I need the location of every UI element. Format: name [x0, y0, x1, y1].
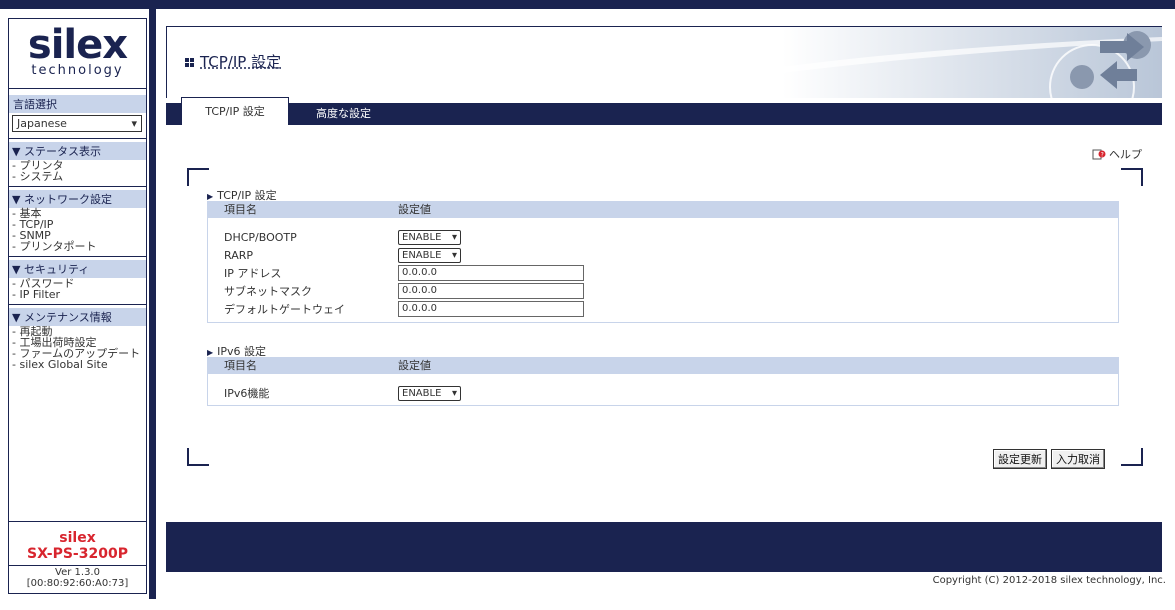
reset-button[interactable]: 入力取消: [1051, 449, 1105, 469]
logo-text: silex: [27, 22, 128, 68]
gateway-input[interactable]: 0.0.0.0: [398, 301, 584, 317]
rarp-select-value: ENABLE: [402, 249, 442, 261]
sidebar-divider: [149, 9, 156, 599]
settings-frame: TCP/IP 設定 項目名 設定値 DHCP/BOOTP ENABLE▾ RAR…: [187, 168, 1143, 469]
main-content: TCP/IP 設定 TCP/IP 設定 高度な設定 ? ヘルプ ▶ TCP/IP…: [158, 18, 1168, 594]
top-bar: [0, 0, 1175, 9]
tcpip-table-header: 項目名 設定値: [208, 202, 1118, 218]
page-title[interactable]: TCP/IP 設定: [185, 51, 281, 72]
chevron-down-icon: ▾: [451, 231, 457, 243]
table-row: IP アドレス 0.0.0.0: [208, 264, 1118, 282]
tab-tcpip-settings[interactable]: TCP/IP 設定: [181, 97, 289, 125]
menu-group-security: ▼ セキュリティ - パスワード - IP Filter: [9, 256, 146, 304]
table-row: RARP ENABLE ▾: [208, 246, 1118, 264]
table-row: デフォルトゲートウェイ 0.0.0.0: [208, 300, 1118, 318]
model-name: SX-PS-3200P: [27, 546, 128, 562]
menu-item-printer-port[interactable]: - プリンタポート: [9, 241, 146, 252]
tab-bar: TCP/IP 設定 高度な設定: [166, 97, 1162, 125]
submit-button[interactable]: 設定更新: [993, 449, 1047, 469]
ipv6-table-header: 項目名 設定値: [208, 358, 1118, 374]
page-header: TCP/IP 設定: [166, 26, 1162, 98]
frame-corner: [187, 168, 209, 186]
menu-item-global-site[interactable]: - silex Global Site: [9, 359, 146, 370]
menu-head-maintenance[interactable]: ▼ メンテナンス情報: [9, 308, 146, 326]
form-buttons: 設定更新 入力取消: [993, 449, 1105, 469]
ipv6-select-value: ENABLE: [402, 387, 442, 399]
column-header-value: 設定値: [398, 203, 431, 216]
table-row: IPv6機能 ENABLE ▾: [208, 384, 1118, 402]
subnet-mask-input[interactable]: 0.0.0.0: [398, 283, 584, 299]
header-decoration: [782, 27, 1162, 98]
menu-group-network: ▼ ネットワーク設定 - 基本 - TCP/IP - SNMP - プリンタポー…: [9, 186, 146, 256]
svg-text:?: ?: [1101, 151, 1104, 158]
table-row: DHCP/BOOTP ENABLE ▾: [208, 228, 1118, 246]
dhcp-select-value: ENABLE: [402, 231, 442, 243]
silex-logo: silex technology: [9, 19, 146, 89]
help-icon: ?: [1092, 149, 1106, 160]
menu-group-maintenance: ▼ メンテナンス情報 - 再起動 - 工場出荷時設定 - ファームのアップデート…: [9, 304, 146, 374]
column-header-value: 設定値: [398, 359, 431, 372]
footer-band: [166, 522, 1162, 572]
rarp-label: RARP: [224, 248, 253, 262]
ip-address-input[interactable]: 0.0.0.0: [398, 265, 584, 281]
ipv6-function-select[interactable]: ENABLE ▾: [398, 385, 461, 401]
frame-corner: [1121, 168, 1143, 186]
sidebar: silex technology 言語選択 Japanese ▾ ▼ ステータス…: [8, 18, 147, 594]
grid-icon: [185, 58, 194, 67]
model-brand: silex: [59, 530, 96, 546]
menu-item-ip-filter[interactable]: - IP Filter: [9, 289, 146, 300]
menu-group-status: ▼ ステータス表示 - プリンタ - システム: [9, 138, 146, 186]
chevron-down-icon: ▾: [131, 117, 137, 130]
chevron-down-icon: ▾: [451, 249, 457, 261]
gateway-label: デフォルトゲートウェイ: [224, 303, 345, 316]
chevron-down-icon: ▾: [451, 387, 457, 399]
model-info: silex SX-PS-3200P Ver 1.3.0 [00:80:92:60…: [9, 521, 146, 593]
column-header-name: 項目名: [224, 203, 257, 216]
tab-advanced-settings[interactable]: 高度な設定: [316, 103, 371, 125]
menu-head-status[interactable]: ▼ ステータス表示: [9, 142, 146, 160]
page-title-text: TCP/IP 設定: [200, 53, 282, 71]
ip-address-label: IP アドレス: [224, 267, 282, 280]
copyright-text: Copyright (C) 2012-2018 silex technology…: [932, 575, 1166, 586]
help-label: ヘルプ: [1109, 148, 1142, 161]
version-info: Ver 1.3.0 [00:80:92:60:A0:73]: [9, 565, 146, 589]
mac-address: [00:80:92:60:A0:73]: [26, 578, 129, 589]
menu-head-security[interactable]: ▼ セキュリティ: [9, 260, 146, 278]
language-label: 言語選択: [9, 95, 146, 113]
table-row: サブネットマスク 0.0.0.0: [208, 282, 1118, 300]
language-select[interactable]: Japanese ▾: [12, 115, 142, 132]
help-link[interactable]: ? ヘルプ: [1092, 146, 1142, 162]
ipv6-function-label: IPv6機能: [224, 387, 270, 400]
frame-corner: [1121, 448, 1143, 466]
frame-corner: [187, 448, 209, 466]
rarp-select[interactable]: ENABLE ▾: [398, 247, 461, 263]
version-text: Ver 1.3.0: [55, 567, 100, 578]
ipv6-table: 項目名 設定値 IPv6機能 ENABLE ▾: [207, 357, 1119, 406]
dhcp-label: DHCP/BOOTP: [224, 230, 297, 244]
language-select-value: Japanese: [17, 117, 67, 130]
column-header-name: 項目名: [224, 359, 257, 372]
tcpip-table: 項目名 設定値 DHCP/BOOTP ENABLE ▾ RARP ENABLE ▾ …: [207, 201, 1119, 323]
subnet-mask-label: サブネットマスク: [224, 285, 312, 298]
menu-item-system[interactable]: - システム: [9, 171, 146, 182]
menu-head-network[interactable]: ▼ ネットワーク設定: [9, 190, 146, 208]
dhcp-select[interactable]: ENABLE ▾: [398, 229, 461, 245]
